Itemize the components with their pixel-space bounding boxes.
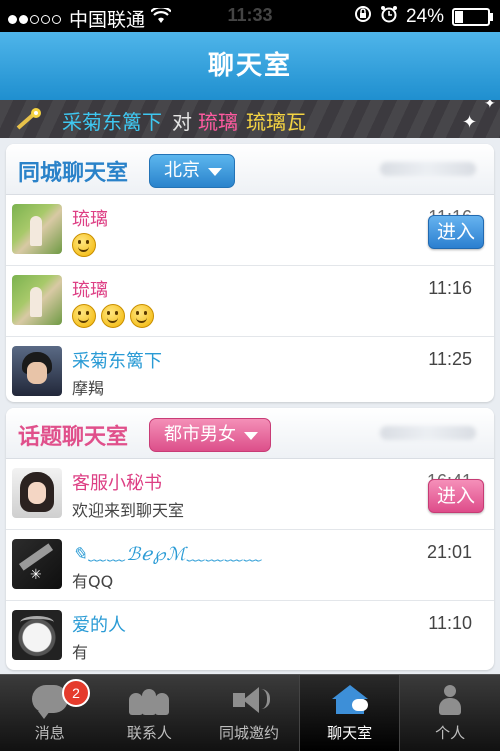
emoji-message bbox=[72, 233, 96, 257]
alarm-icon bbox=[380, 5, 398, 29]
banner-receiver-extra: 琉璃瓦 bbox=[246, 110, 306, 134]
emoji-message bbox=[72, 304, 154, 328]
message-time: 11:10 bbox=[428, 613, 472, 633]
avatar bbox=[12, 346, 62, 396]
avatar bbox=[12, 204, 62, 254]
page-title: 聊天室 bbox=[0, 32, 500, 100]
message-time: 21:01 bbox=[426, 542, 472, 562]
status-bar: 中国联通 11:33 24% bbox=[0, 0, 500, 32]
announcement-banner[interactable]: 采菊东篱下对琉璃 琉璃瓦 ✦ ✦ bbox=[0, 100, 500, 138]
online-count-blurred bbox=[380, 162, 476, 176]
message-time: 11:25 bbox=[428, 349, 472, 369]
sparkle-icon: ✦ bbox=[484, 100, 496, 112]
tab-contacts[interactable]: 联系人 bbox=[100, 675, 200, 751]
banner-connector: 对 bbox=[172, 110, 192, 134]
chevron-down-icon bbox=[208, 168, 222, 176]
tab-city-invite[interactable]: 同城邀约 bbox=[199, 675, 299, 751]
avatar bbox=[12, 275, 62, 325]
message-text: 有 bbox=[72, 643, 89, 662]
avatar: ✳ bbox=[12, 539, 62, 589]
chevron-down-icon bbox=[244, 432, 258, 440]
smile-emoji-icon bbox=[101, 304, 125, 328]
topic-selector[interactable]: 都市男女 bbox=[149, 418, 271, 452]
tab-label: 同城邀约 bbox=[218, 724, 279, 742]
online-count-blurred bbox=[380, 426, 476, 440]
tab-label: 消息 bbox=[34, 724, 65, 742]
topic-selector-label: 都市男女 bbox=[164, 424, 236, 445]
tab-label: 个人 bbox=[435, 724, 466, 742]
list-item[interactable]: 客服小秘书 欢迎来到聊天室 16:41 进入 bbox=[6, 459, 494, 530]
banner-receiver: 琉璃 bbox=[198, 110, 238, 134]
smile-emoji-icon bbox=[72, 233, 96, 257]
tab-label: 联系人 bbox=[126, 724, 172, 742]
megaphone-icon bbox=[231, 685, 270, 715]
chatroom-house-icon bbox=[330, 685, 370, 715]
person-icon bbox=[435, 685, 465, 715]
city-selector-label: 北京 bbox=[164, 160, 200, 181]
message-text: 有QQ bbox=[72, 572, 114, 591]
list-item[interactable]: 琉璃 11:16 进入 bbox=[6, 195, 494, 266]
battery-percent: 24% bbox=[405, 6, 444, 27]
avatar bbox=[12, 610, 62, 660]
battery-icon bbox=[452, 8, 493, 26]
tab-messages[interactable]: 2 消息 bbox=[0, 675, 100, 751]
tab-chatroom[interactable]: 聊天室 bbox=[298, 675, 401, 751]
enter-topic-room-button[interactable]: 进入 bbox=[428, 479, 484, 513]
message-text: 欢迎来到聊天室 bbox=[72, 501, 185, 520]
list-item[interactable]: ✳ ✎﹏﹏ℬℯ℘ℳ﹏﹏﹏﹏ 有QQ 21:01 bbox=[6, 530, 494, 601]
tab-bar: 2 消息 联系人 同城邀约 聊天室 个人 bbox=[0, 674, 500, 751]
message-text: 摩羯 bbox=[72, 379, 105, 398]
topic-chatroom-card: 话题聊天室 都市男女 客服小秘书 欢迎来到聊天室 16:41 进入 ✳ ✎﹏﹏ℬ… bbox=[6, 408, 494, 670]
rotation-lock-icon bbox=[354, 5, 372, 29]
user-name: 琉璃 bbox=[72, 280, 108, 301]
message-time: 11:16 bbox=[428, 278, 472, 298]
avatar bbox=[12, 468, 62, 518]
tab-label: 聊天室 bbox=[327, 724, 373, 742]
banner-sender: 采菊东篱下 bbox=[62, 110, 162, 134]
city-selector[interactable]: 北京 bbox=[149, 154, 235, 188]
user-name: ✎﹏﹏ℬℯ℘ℳ﹏﹏﹏﹏ bbox=[72, 544, 263, 565]
smile-emoji-icon bbox=[72, 304, 96, 328]
list-item[interactable]: 琉璃 11:16 bbox=[6, 266, 494, 337]
smile-emoji-icon bbox=[130, 304, 154, 328]
user-name: 客服小秘书 bbox=[72, 473, 162, 494]
user-name: 采菊东篱下 bbox=[72, 351, 162, 372]
list-item[interactable]: 爱的人 有 11:10 bbox=[6, 601, 494, 670]
tab-profile[interactable]: 个人 bbox=[400, 675, 500, 751]
contacts-icon bbox=[129, 685, 170, 715]
user-name: 爱的人 bbox=[72, 615, 126, 636]
magic-wand-icon bbox=[16, 108, 41, 130]
list-item[interactable]: 采菊东篱下 摩羯 11:25 bbox=[6, 337, 494, 402]
city-chatroom-title: 同城聊天室 bbox=[18, 161, 129, 186]
topic-chatroom-title: 话题聊天室 bbox=[18, 425, 129, 450]
unread-badge: 2 bbox=[62, 679, 90, 707]
city-chatroom-card: 同城聊天室 北京 琉璃 11:16 进入 琉璃 11:16 采菊东篱下 摩羯 1… bbox=[6, 144, 494, 402]
user-name: 琉璃 bbox=[72, 209, 108, 230]
enter-city-room-button[interactable]: 进入 bbox=[428, 215, 484, 249]
sparkle-icon: ✦ bbox=[462, 112, 478, 133]
